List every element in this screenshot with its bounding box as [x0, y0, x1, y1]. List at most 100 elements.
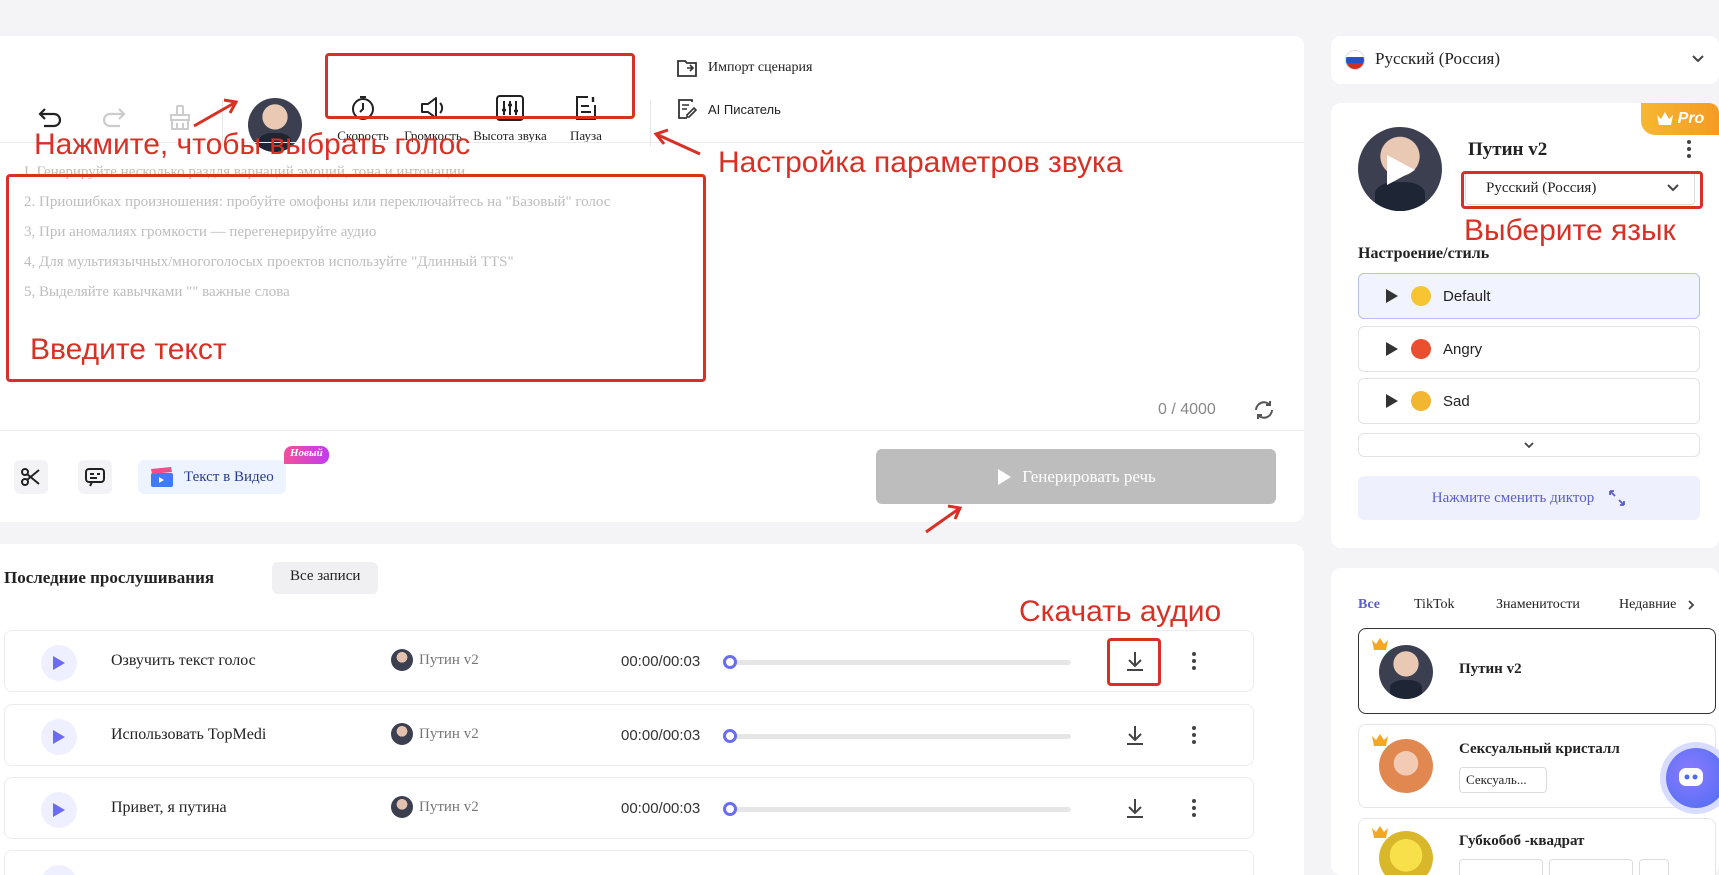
expand-arrows-icon [1609, 490, 1626, 506]
mood-option[interactable]: Angry [1358, 326, 1700, 372]
mood-label: Default [1443, 287, 1491, 305]
download-button[interactable] [1123, 796, 1147, 825]
crown-icon [1372, 638, 1388, 650]
folder-import-icon [677, 60, 697, 77]
download-highlight [1107, 638, 1161, 686]
more-vertical-icon[interactable] [1686, 139, 1692, 159]
progress-knob[interactable] [723, 802, 737, 816]
annotation-sound-settings: Настройка параметров звука [718, 146, 1123, 179]
annotation-download-audio: Скачать аудио [1019, 595, 1222, 628]
generate-speech-button[interactable]: Генерировать речь [876, 449, 1276, 504]
undo-icon [38, 108, 62, 128]
play-icon [1386, 394, 1398, 408]
row-progress-bar[interactable] [723, 655, 1071, 669]
more-button[interactable] [1191, 725, 1197, 750]
generate-speech-label: Генерировать речь [1022, 466, 1156, 486]
pro-badge-label: Pro [1677, 110, 1705, 127]
change-speaker-label: Нажмите сменить диктор [1431, 489, 1595, 506]
mood-option[interactable]: Sad [1358, 378, 1700, 424]
russia-flag-icon [1345, 50, 1365, 70]
progress-knob[interactable] [723, 655, 737, 669]
annotation-arrow-icon [193, 98, 239, 128]
more-vertical-icon [1192, 799, 1196, 817]
filter-tab-all[interactable]: Все [1358, 597, 1380, 613]
robot-icon [1679, 768, 1703, 786]
history-row: Использовать TopMedi Путин v2 00:00/00:0… [4, 704, 1254, 766]
play-icon [1386, 289, 1398, 303]
play-icon[interactable] [1385, 153, 1417, 187]
bottom-separator [0, 430, 1304, 431]
row-voice: Путин v2 [391, 723, 479, 745]
download-button[interactable] [1123, 723, 1147, 752]
play-icon [1386, 342, 1398, 356]
smile-emoji-icon [1411, 286, 1431, 306]
voice-list-panel: Все TikTok Знаменитости Недавние Путин v… [1331, 568, 1719, 875]
chevron-right-icon[interactable] [1687, 599, 1695, 611]
row-voice-name: Путин v2 [419, 725, 479, 742]
ai-writer-button[interactable]: AI Писатель [676, 98, 781, 120]
import-script-button[interactable]: Импорт сценария [676, 58, 812, 78]
refresh-icon [1255, 401, 1273, 419]
ai-writer-icon [678, 99, 698, 119]
text-to-video-button[interactable]: Текст в Видео [138, 460, 286, 494]
pro-badge: Pro [1641, 103, 1719, 135]
voice-avatar [1379, 739, 1433, 793]
voice-item-name: Путин v2 [1459, 661, 1522, 677]
row-progress-bar[interactable] [723, 802, 1071, 816]
sad-emoji-icon [1411, 391, 1431, 411]
filter-tab-recent[interactable]: Недавние [1619, 597, 1676, 613]
voice-name: Путин v2 [1468, 139, 1548, 160]
row-time: 00:00/00:03 [621, 800, 701, 817]
language-label: Русский (Россия) [1375, 49, 1501, 68]
all-records-button[interactable]: Все записи [272, 562, 379, 594]
assistant-bot-button[interactable] [1666, 748, 1719, 808]
row-title: Озвучить текст голос [111, 652, 256, 669]
ai-writer-label: AI Писатель [708, 101, 781, 117]
annotation-choose-language: Выберите язык [1464, 214, 1676, 247]
scissors-icon [21, 468, 40, 486]
subtitle-icon [85, 468, 105, 487]
change-speaker-button[interactable]: Нажмите сменить диктор [1358, 476, 1700, 520]
row-play-button[interactable] [41, 645, 77, 681]
row-play-button[interactable] [41, 719, 77, 755]
filter-tab-tiktok[interactable]: TikTok [1414, 597, 1455, 613]
language-select[interactable]: Русский (Россия) [1331, 36, 1719, 84]
subtitle-button[interactable] [78, 460, 112, 494]
angry-emoji-icon [1411, 339, 1431, 359]
voice-avatar [391, 796, 413, 818]
voice-avatar [1379, 645, 1433, 699]
row-time: 00:00/00:03 [621, 653, 701, 670]
crown-icon [1656, 112, 1673, 125]
mood-label: Sad [1443, 392, 1470, 410]
recent-title: Последние прослушивания [4, 568, 215, 587]
import-script-label: Импорт сценария [708, 60, 813, 75]
row-voice-name: Путин v2 [419, 651, 479, 668]
history-row: Привет, я путина Путин v2 00:00/00:03 [4, 777, 1254, 839]
expand-moods-button[interactable] [1358, 433, 1700, 457]
language-highlight [1461, 171, 1703, 209]
row-play-button[interactable] [41, 792, 77, 828]
filter-tab-celebrities[interactable]: Знаменитости [1496, 597, 1580, 613]
progress-knob[interactable] [723, 729, 737, 743]
more-button[interactable] [1191, 651, 1197, 676]
voice-list-item[interactable]: Путин v2 [1358, 628, 1716, 714]
row-title: Использовать TopMedi [111, 726, 267, 743]
play-icon [53, 730, 65, 744]
voice-card: Pro Путин v2 Русский (Россия) Настроение… [1331, 103, 1719, 548]
voice-list-item[interactable]: Сексуальный кристалл Сексуаль... [1358, 724, 1716, 808]
cut-button[interactable] [14, 460, 48, 494]
mood-option[interactable]: Default [1358, 273, 1700, 319]
play-icon [53, 803, 65, 817]
more-button[interactable] [1191, 798, 1197, 823]
mood-label: Angry [1443, 340, 1483, 358]
row-play-button[interactable] [41, 865, 77, 875]
voice-item-name: Сексуальный кристалл [1459, 741, 1620, 757]
history-row [4, 850, 1254, 875]
refresh-button[interactable] [1252, 398, 1276, 427]
voice-list-item[interactable]: Губкобоб -квадрат [1358, 818, 1716, 875]
history-row: Озвучить текст голос Путин v2 00:00/00:0… [4, 630, 1254, 692]
voice-avatar [391, 649, 413, 671]
play-icon [53, 656, 65, 670]
more-vertical-icon [1192, 652, 1196, 670]
row-progress-bar[interactable] [723, 729, 1071, 743]
